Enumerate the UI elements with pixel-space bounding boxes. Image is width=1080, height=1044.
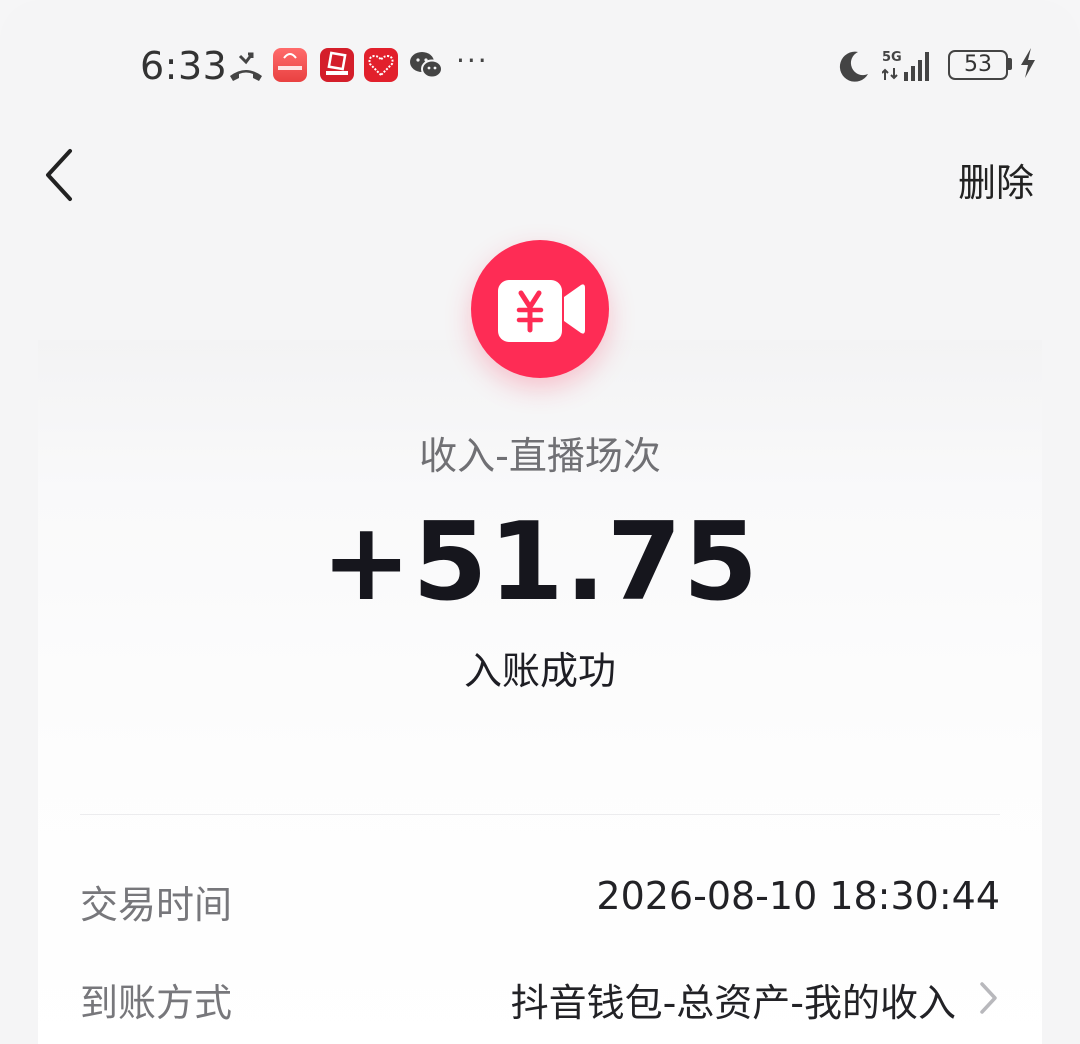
transaction-status: 入账成功 xyxy=(463,649,616,693)
chevron-left-icon xyxy=(46,149,72,201)
chevron-right-icon[interactable] xyxy=(976,978,1000,1018)
status-time: 6:33 xyxy=(140,44,228,88)
detail-value: 2026-08-10 18:30:44 xyxy=(596,874,1000,918)
detail-label: 交易时间 xyxy=(80,883,233,927)
wechat-icon xyxy=(410,52,443,79)
moon-icon xyxy=(839,51,868,82)
securities-app-icon xyxy=(320,48,354,82)
status-bar: 6:33 ··· 5G 53 xyxy=(0,40,1080,96)
detail-row-time: 交易时间 2026-08-10 18:30:44 xyxy=(80,868,1000,928)
more-dots-icon: ··· xyxy=(456,44,489,77)
charging-bolt-icon xyxy=(1021,48,1035,78)
transaction-category: 收入-直播场次 xyxy=(419,434,661,478)
battery-tip xyxy=(1008,58,1012,70)
huawei-app-icon xyxy=(273,48,307,82)
video-yuan-icon xyxy=(471,240,609,378)
screen: 6:33 ··· 5G 53 删除 收入-直播场次 +51.75 入账成功 交易… xyxy=(0,0,1080,1044)
battery-level: 53 xyxy=(948,50,1008,80)
network-type: 5G xyxy=(882,50,902,65)
delete-button[interactable]: 删除 xyxy=(958,152,1034,207)
signal-icon: 5G xyxy=(882,50,929,81)
transaction-amount: +51.75 xyxy=(320,500,760,625)
divider xyxy=(80,814,1000,815)
battery-icon: 53 xyxy=(948,48,1014,82)
missed-call-icon xyxy=(230,52,262,81)
heart-app-icon xyxy=(364,48,398,82)
detail-row-method[interactable]: 到账方式 抖音钱包-总资产-我的收入 xyxy=(80,966,1000,1026)
detail-label: 到账方式 xyxy=(80,981,233,1025)
back-button[interactable] xyxy=(38,145,88,205)
detail-value[interactable]: 抖音钱包-总资产-我的收入 xyxy=(511,972,956,1027)
